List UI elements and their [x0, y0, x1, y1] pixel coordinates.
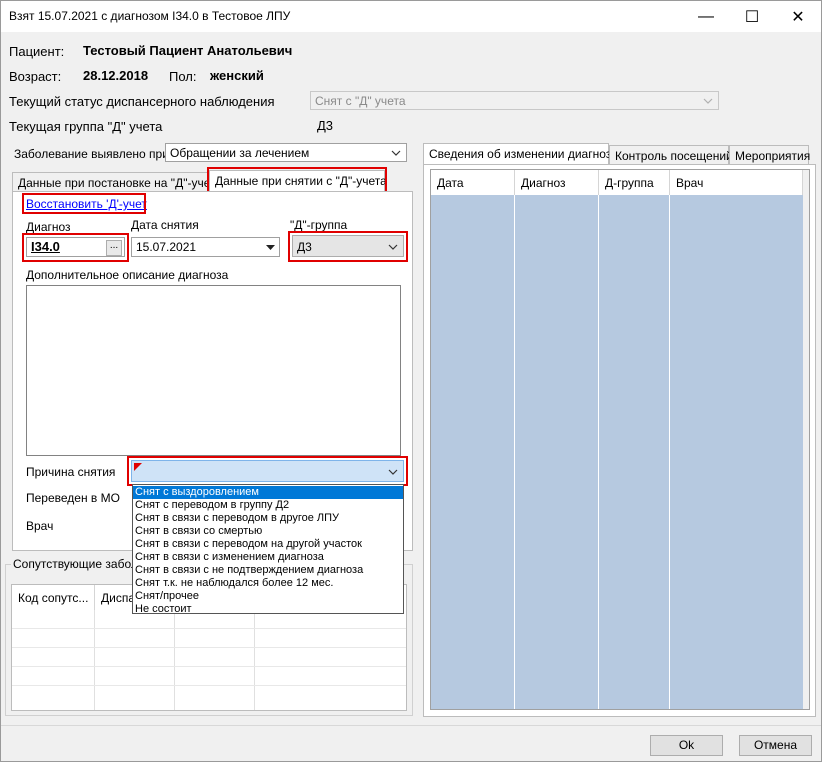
tab-label: Контроль посещений: [615, 149, 733, 163]
detected-value: Обращении за лечением: [170, 146, 310, 160]
grid-scroll-edge: [803, 170, 809, 709]
history-column-diagnosis[interactable]: Диагноз: [515, 170, 599, 195]
date-label: Дата снятия: [131, 218, 199, 232]
detected-label: Заболевание выявлено при: [14, 147, 169, 161]
dispensary-dialog: Взят 15.07.2021 с диагнозом I34.0 в Тест…: [0, 0, 822, 762]
dgroup-highlight: [288, 231, 408, 262]
history-column-doctor[interactable]: Врач: [670, 170, 803, 195]
maximize-button[interactable]: ☐: [729, 1, 775, 32]
maximize-icon: ☐: [744, 8, 760, 26]
reason-option[interactable]: Снят в связи с переводом в другое ЛПУ: [133, 512, 403, 525]
description-textarea[interactable]: [26, 285, 401, 456]
column-label: Врач: [676, 176, 704, 190]
grid-row-line: [12, 666, 406, 667]
description-label: Дополнительное описание диагноза: [26, 268, 229, 282]
tab-highlight: [207, 167, 387, 193]
diagnosis-label: Диагноз: [26, 220, 71, 234]
reason-option[interactable]: Снят в связи со смертью: [133, 525, 403, 538]
footer-divider: [1, 725, 821, 726]
date-picker-button[interactable]: [263, 239, 278, 255]
grid-divider: [94, 610, 95, 710]
grid-divider: [669, 195, 670, 709]
removal-date-field[interactable]: 15.07.2021: [131, 237, 280, 257]
tab-label: Мероприятия: [735, 149, 811, 163]
age-label: Возраст:: [9, 69, 62, 84]
reason-option[interactable]: Не состоит: [133, 603, 403, 616]
grid-divider: [514, 195, 515, 709]
tab-label: Данные при постановке на "Д"-учет: [18, 176, 216, 190]
minimize-button[interactable]: —: [683, 1, 729, 32]
sex-value: женский: [210, 68, 264, 83]
cancel-button-label: Отмена: [753, 738, 798, 752]
reason-option[interactable]: Снят в связи с не подтверждением диагноз…: [133, 564, 403, 577]
reason-highlight: [127, 456, 408, 486]
chevron-down-icon: [703, 98, 713, 104]
ok-button[interactable]: Ok: [650, 735, 723, 756]
close-button[interactable]: ✕: [775, 1, 821, 32]
grid-divider: [254, 610, 255, 710]
reason-label: Причина снятия: [26, 465, 116, 479]
doctor-label: Врач: [26, 519, 54, 533]
tab-registration-data[interactable]: Данные при постановке на "Д"-учет: [12, 172, 215, 192]
comorbid-column-code[interactable]: Код сопутс...: [12, 585, 95, 610]
grid-row-line: [12, 647, 406, 648]
birth-date: 28.12.2018: [83, 68, 149, 83]
tab-label: Сведения об изменении диагноза: [429, 147, 618, 161]
status-label: Текущий статус диспансерного наблюдения: [9, 94, 275, 109]
dgroup-label: "Д"-группа: [290, 218, 348, 232]
tab-visit-control[interactable]: Контроль посещений: [609, 145, 733, 165]
diagnosis-highlight: [22, 233, 129, 262]
reason-option[interactable]: Снят с переводом в группу Д2: [133, 499, 403, 512]
tab-diagnosis-changes[interactable]: Сведения об изменении диагноза: [423, 143, 618, 165]
grid-row-line: [12, 628, 406, 629]
grid-divider: [598, 195, 599, 709]
reason-option[interactable]: Снят с выздоровлением: [133, 486, 403, 499]
reason-option[interactable]: Снят в связи с изменением диагноза: [133, 551, 403, 564]
calendar-dropdown-icon: [266, 245, 275, 250]
history-column-date[interactable]: Дата: [431, 170, 515, 195]
tab-activities[interactable]: Мероприятия: [729, 145, 811, 165]
removal-date-value: 15.07.2021: [136, 240, 197, 254]
comorbid-group-label: Сопутствующие заболе: [11, 557, 147, 571]
reason-option[interactable]: Снят/прочее: [133, 590, 403, 603]
status-combo: Снят с "Д" учета: [310, 91, 719, 110]
grid-row-line: [12, 685, 406, 686]
group-value: Д3: [317, 118, 334, 133]
patient-label: Пациент:: [9, 44, 65, 59]
history-column-dgroup[interactable]: Д-группа: [599, 170, 670, 195]
restore-highlight: [22, 193, 146, 214]
column-label: Д-группа: [605, 176, 654, 190]
minimize-icon: —: [698, 7, 714, 25]
column-label: Код сопутс...: [18, 591, 89, 605]
ok-button-label: Ok: [678, 738, 695, 752]
chevron-down-icon: [391, 150, 401, 156]
reason-option[interactable]: Снят т.к. не наблюдался более 12 мес.: [133, 577, 403, 590]
transferred-label: Переведен в МО: [26, 491, 120, 505]
close-icon: ✕: [791, 8, 805, 26]
sex-label: Пол:: [169, 69, 197, 84]
reason-dropdown-list: Снят с выздоровлением Снят с переводом в…: [132, 484, 404, 616]
reason-option[interactable]: Снят в связи с переводом на другой участ…: [133, 538, 403, 551]
window-title: Взят 15.07.2021 с диагнозом I34.0 в Тест…: [9, 9, 291, 23]
group-label: Текущая группа "Д" учета: [9, 119, 163, 134]
cancel-button[interactable]: Отмена: [739, 735, 812, 756]
grid-divider: [174, 610, 175, 710]
history-grid-body: [431, 195, 803, 709]
column-label: Диагноз: [521, 176, 566, 190]
diagnosis-history-grid: Дата Диагноз Д-группа Врач: [430, 169, 810, 710]
column-label: Диспа: [101, 591, 136, 605]
column-label: Дата: [437, 176, 464, 190]
patient-name: Тестовый Пациент Анатольевич: [83, 43, 293, 58]
title-bar: Взят 15.07.2021 с диагнозом I34.0 в Тест…: [1, 1, 821, 32]
detected-combo[interactable]: Обращении за лечением: [165, 143, 407, 162]
status-value: Снят с "Д" учета: [315, 94, 406, 108]
